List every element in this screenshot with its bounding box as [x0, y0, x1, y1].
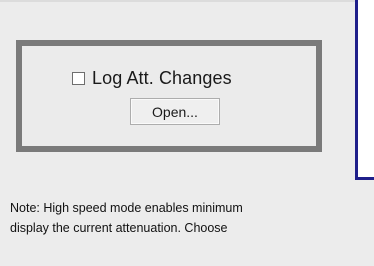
note-text: Note: High speed mode enables minimum di… [10, 198, 374, 238]
note-line-2: display the current attenuation. Choose [10, 221, 228, 235]
log-options-group: Log Att. Changes Open... [16, 40, 322, 152]
log-att-changes-option[interactable]: Log Att. Changes [72, 67, 232, 89]
log-att-changes-checkbox[interactable] [72, 71, 85, 85]
attenuation-display-panel [355, 0, 374, 180]
open-button[interactable]: Open... [130, 98, 220, 125]
window-top-edge [0, 0, 374, 2]
log-att-changes-label[interactable]: Log Att. Changes [92, 68, 232, 89]
note-line-1: Note: High speed mode enables minimum [10, 201, 243, 215]
